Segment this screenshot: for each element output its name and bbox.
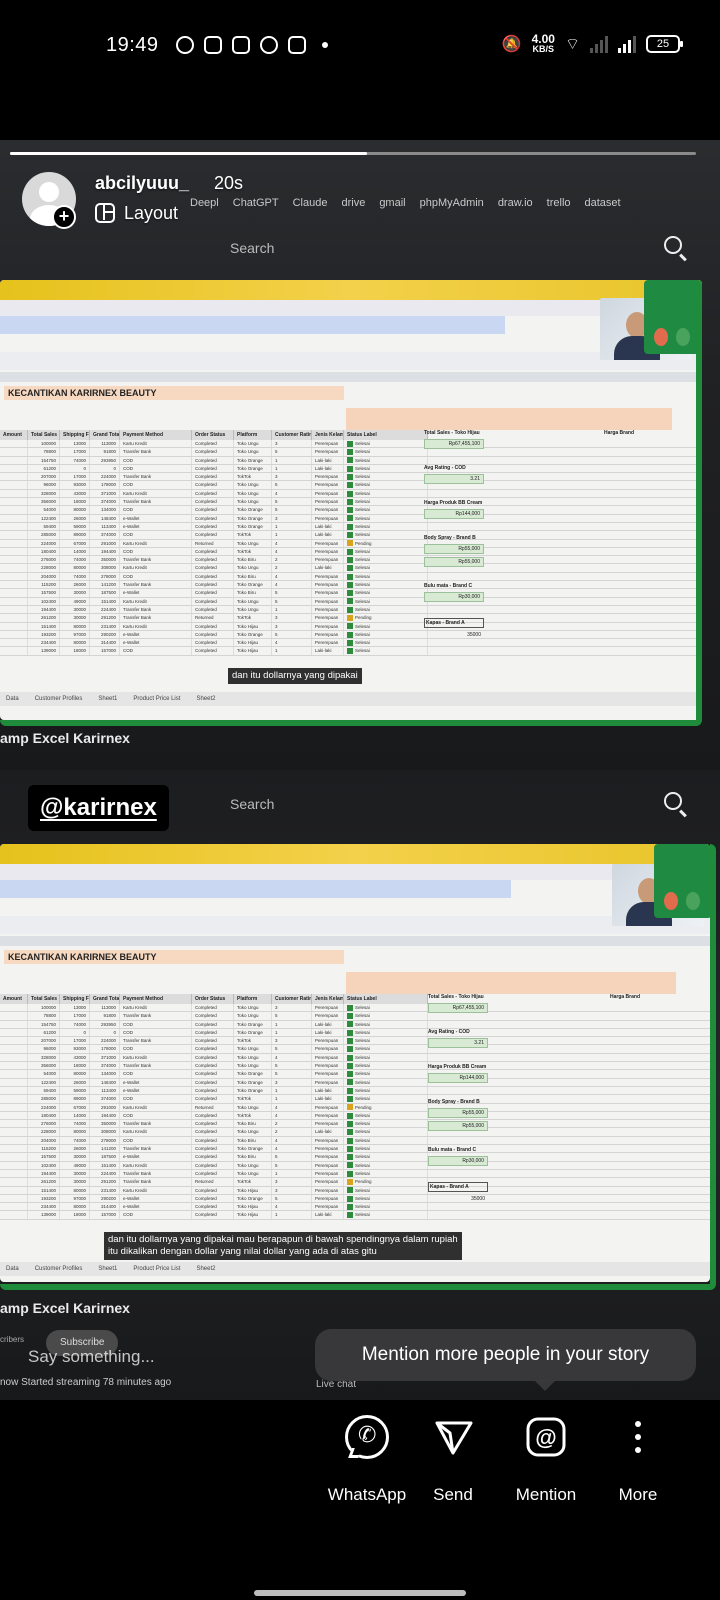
- status-bar: 19:49 🔕 4.00 KB/S ⌔ 25: [0, 0, 720, 72]
- video-title-top: amp Excel Karirnex: [0, 730, 130, 746]
- story-time-ago: 20s: [214, 173, 244, 193]
- layout-icon[interactable]: [95, 203, 115, 223]
- add-story-plus-icon[interactable]: +: [52, 205, 76, 229]
- youtube-search-bar-top: Search: [0, 232, 720, 262]
- mention-tooltip[interactable]: Mention more people in your story: [315, 1329, 696, 1381]
- reply-input[interactable]: Say something...: [28, 1347, 155, 1367]
- photo-top: Deepl ChatGPT Claude drive gmail phpMyAd…: [0, 140, 720, 770]
- discord-notification-icon: [204, 36, 222, 54]
- svg-text:@: @: [535, 1425, 556, 1450]
- signal-1-icon: [590, 35, 608, 53]
- line-notification-icon: [260, 36, 278, 54]
- send-button[interactable]: Send: [408, 1415, 498, 1505]
- story-progress-bar: [10, 152, 696, 155]
- whatsapp-icon: [345, 1415, 389, 1459]
- story-username[interactable]: abcilyuuu_: [95, 173, 189, 194]
- photo-bottom: Search KECANTIKAN KARIRNEX BEAUTY Amount…: [0, 770, 720, 1400]
- shop-notification-icon: [232, 36, 250, 54]
- wifi-icon: ⌔: [564, 36, 580, 53]
- signal-2-icon: [618, 35, 636, 53]
- search-icon: [664, 236, 682, 254]
- whatsapp-button[interactable]: WhatsApp: [322, 1415, 412, 1505]
- mention-sticker[interactable]: @karirnex: [28, 785, 169, 831]
- status-time: 19:49: [106, 34, 159, 56]
- more-notifications-dot-icon: [322, 42, 328, 48]
- whatsapp-notification-icon: [176, 36, 194, 54]
- story-progress-fill: [10, 152, 367, 155]
- search-icon: [664, 792, 682, 810]
- streaming-status: now Started streaming 78 minutes ago: [0, 1377, 172, 1388]
- video-title-bottom: amp Excel Karirnex: [0, 1300, 130, 1316]
- net-speed: 4.00 KB/S: [531, 32, 555, 54]
- layout-label[interactable]: Layout: [124, 203, 178, 224]
- notification-icons: [176, 36, 328, 54]
- mention-button[interactable]: @ Mention: [501, 1415, 591, 1505]
- instagram-notification-icon: [288, 36, 306, 54]
- status-right: 🔕 4.00 KB/S ⌔ 25: [501, 32, 683, 54]
- more-icon: [616, 1415, 660, 1459]
- battery-icon: 25: [646, 35, 683, 53]
- home-indicator[interactable]: [254, 1590, 466, 1596]
- tooltip-tail: [534, 1380, 556, 1391]
- mute-icon: 🔕: [501, 36, 522, 53]
- subscriber-count: cribers: [0, 1335, 25, 1344]
- story-media[interactable]: Deepl ChatGPT Claude drive gmail phpMyAd…: [0, 140, 720, 1400]
- more-button[interactable]: More: [593, 1415, 683, 1505]
- mention-icon: @: [524, 1415, 568, 1459]
- send-icon: [431, 1415, 475, 1459]
